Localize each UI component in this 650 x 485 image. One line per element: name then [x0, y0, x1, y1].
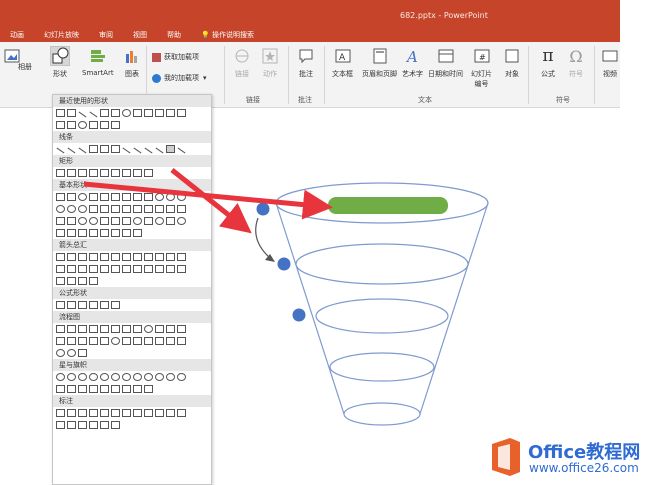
watermark-url: www.office26.com — [529, 461, 639, 475]
office-logo-icon — [492, 438, 520, 476]
annotation-arrows — [83, 168, 333, 234]
watermark: Office教程网 www.office26.com — [482, 430, 650, 485]
